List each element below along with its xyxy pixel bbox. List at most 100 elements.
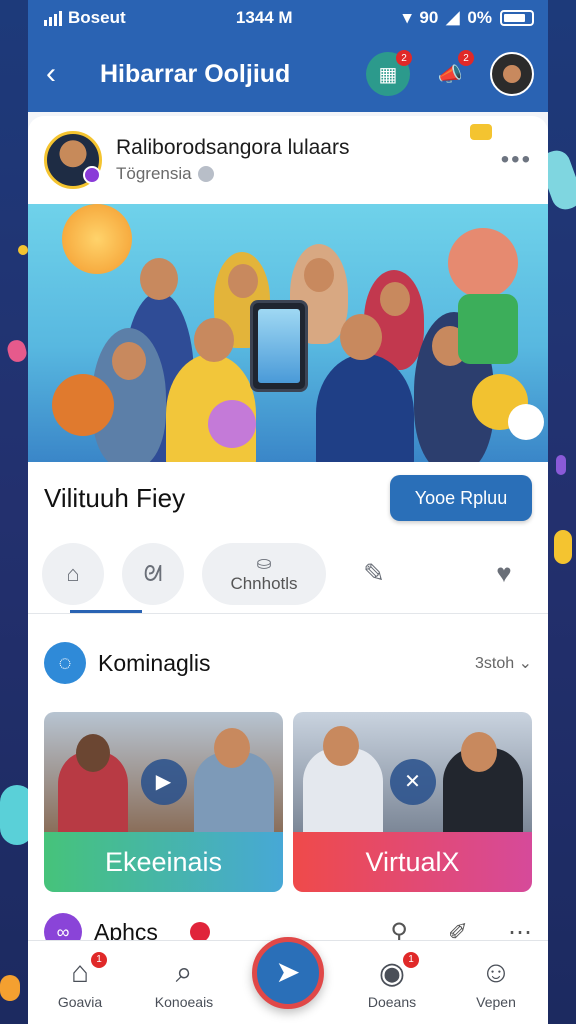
- author-name[interactable]: Raliborodsangora lulaars: [116, 136, 501, 160]
- store-badge: 2: [396, 50, 412, 66]
- tablet-device: [250, 300, 308, 392]
- person-head: [112, 342, 146, 380]
- chevron-left-icon[interactable]: ‹: [46, 57, 86, 91]
- post-header: Raliborodsangora lulaars Tögrensia •••: [28, 116, 548, 204]
- nav-vepen[interactable]: ☺ Vepen: [451, 956, 541, 1010]
- plush-toy: [208, 400, 256, 448]
- phone-screen: Boseut 1344 M ▾ 90 ◢ 0% ‹ Hibarrar Oolji…: [28, 0, 548, 1024]
- battery-percent: 0%: [467, 8, 492, 27]
- person-figure: [316, 354, 414, 462]
- tab-heart[interactable]: ♥: [474, 544, 534, 604]
- tile-grid: ▶ Ekeeinais ✕ VirtualX: [28, 712, 548, 892]
- tile-photo: ▶: [44, 712, 283, 832]
- store-button[interactable]: ▦ 2: [366, 50, 412, 96]
- feather-icon: ✎: [363, 558, 385, 588]
- person-head: [340, 314, 382, 360]
- group-title: Kominaglis: [98, 649, 211, 676]
- profile-avatar[interactable]: [490, 52, 534, 96]
- signal-icon: [44, 10, 62, 26]
- store-icon: ▦: [378, 63, 398, 86]
- notify-button[interactable]: 📣 2: [428, 50, 474, 96]
- decor-blob: [5, 338, 29, 364]
- tools-icon: ✕: [389, 758, 436, 805]
- app-bar: ‹ Hibarrar Ooljiud ▦ 2 📣 2: [28, 36, 548, 112]
- person-head: [140, 258, 178, 300]
- tab-home[interactable]: ⌂: [42, 542, 104, 605]
- pin-icon: [470, 124, 492, 140]
- person-head: [304, 258, 334, 292]
- post-card: Raliborodsangora lulaars Tögrensia ••• V…: [28, 116, 548, 1024]
- tile-label: Ekeeinais: [44, 832, 283, 892]
- nav-doeans[interactable]: ◉ 1 Doeans: [347, 951, 437, 1010]
- send-icon: ➤: [275, 956, 301, 989]
- nav-badge: 1: [91, 951, 107, 968]
- notification-dot: [189, 922, 210, 942]
- author-avatar[interactable]: [44, 131, 102, 189]
- nav-badge: 1: [403, 951, 419, 968]
- mascot-character: [448, 228, 518, 298]
- nav-goavia[interactable]: ⌂ 1 Goavia: [35, 951, 125, 1010]
- decor-blob: [18, 245, 28, 255]
- post-subtitle: Tögrensia: [116, 164, 192, 183]
- sort-dropdown[interactable]: 3stoh ⌄: [475, 653, 532, 673]
- online-dot: [83, 166, 101, 184]
- person-head: [380, 282, 410, 316]
- notify-badge: 2: [458, 50, 474, 66]
- megaphone-icon: 📣: [437, 63, 463, 86]
- person-head: [76, 734, 110, 772]
- decor-blob: [0, 975, 20, 1001]
- person-head: [194, 318, 234, 362]
- person-head: [228, 264, 258, 298]
- mascot-character: [52, 374, 114, 436]
- nav-label: Konoeais: [154, 993, 214, 1010]
- house-icon: ⌂: [70, 955, 90, 989]
- tile-label: VirtualX: [293, 832, 532, 892]
- tile-card[interactable]: ✕ VirtualX: [293, 712, 532, 892]
- person-head: [214, 728, 250, 768]
- search-icon: ⌕: [175, 955, 193, 989]
- nav-label: Vepen: [476, 993, 516, 1010]
- tab-swirl[interactable]: ᘛ: [122, 542, 184, 605]
- tile-card[interactable]: ▶ Ekeeinais: [44, 712, 283, 892]
- video-icon: ▶: [140, 758, 187, 805]
- battery-icon: [499, 10, 534, 26]
- tab-channels-label: Chnhotls: [230, 574, 298, 593]
- tab-feather[interactable]: ✎: [344, 544, 404, 604]
- send-button[interactable]: ➤: [252, 936, 324, 1009]
- mascot-body: [458, 294, 518, 364]
- sun-shape: [62, 204, 132, 274]
- status-bar: Boseut 1344 M ▾ 90 ◢ 0%: [28, 0, 548, 36]
- mascot-accessory: [508, 404, 544, 440]
- nav-label: Goavia: [57, 993, 103, 1010]
- feature-cta-button[interactable]: Yooe Rpluu: [390, 475, 532, 521]
- tab-channels[interactable]: ⛀ Chnhotls: [202, 542, 326, 605]
- decor-blob: [554, 530, 572, 564]
- heart-icon: ♥: [496, 558, 512, 588]
- feature-row: Vilituuh Fiey Yooe Rpluu: [28, 462, 548, 534]
- clock-icon: [197, 166, 214, 182]
- cell-icon: ◢: [446, 8, 460, 27]
- nav-send[interactable]: ➤: [243, 936, 333, 1009]
- carrier-name: Boseut: [68, 8, 126, 27]
- cookie-icon: ◉: [378, 956, 406, 990]
- hero-image: [28, 204, 548, 462]
- page-title: Hibarrar Ooljiud: [100, 59, 291, 88]
- nav-label: Doeans: [367, 993, 417, 1010]
- wifi-icon: ▾: [402, 8, 412, 27]
- network-label: 90: [419, 8, 439, 27]
- feature-title: Vilituuh Fiey: [44, 482, 186, 513]
- swirl-icon: ᘛ: [143, 560, 163, 586]
- tab-bar: ⌂ ᘛ ⛀ Chnhotls ✎ ♥: [28, 534, 548, 614]
- nav-konoeais[interactable]: ⌕ Konoeais: [139, 956, 229, 1010]
- user-icon: ☺: [480, 955, 512, 989]
- refresh-icon: ◌: [44, 642, 86, 684]
- group-header: ◌ Kominaglis 3stoh ⌄: [28, 614, 548, 712]
- user-avatar-icon: [503, 65, 521, 83]
- more-options-button[interactable]: •••: [501, 146, 532, 174]
- tab-active-indicator: [70, 610, 142, 613]
- home-icon: ⌂: [66, 560, 80, 586]
- status-time: 1344 M: [235, 8, 293, 27]
- person-head: [461, 732, 497, 772]
- cart-icon: ⛀: [256, 553, 272, 573]
- bottom-nav: ⌂ 1 Goavia ⌕ Konoeais ➤ ◉ 1 Doeans ☺ Vep…: [28, 936, 548, 1024]
